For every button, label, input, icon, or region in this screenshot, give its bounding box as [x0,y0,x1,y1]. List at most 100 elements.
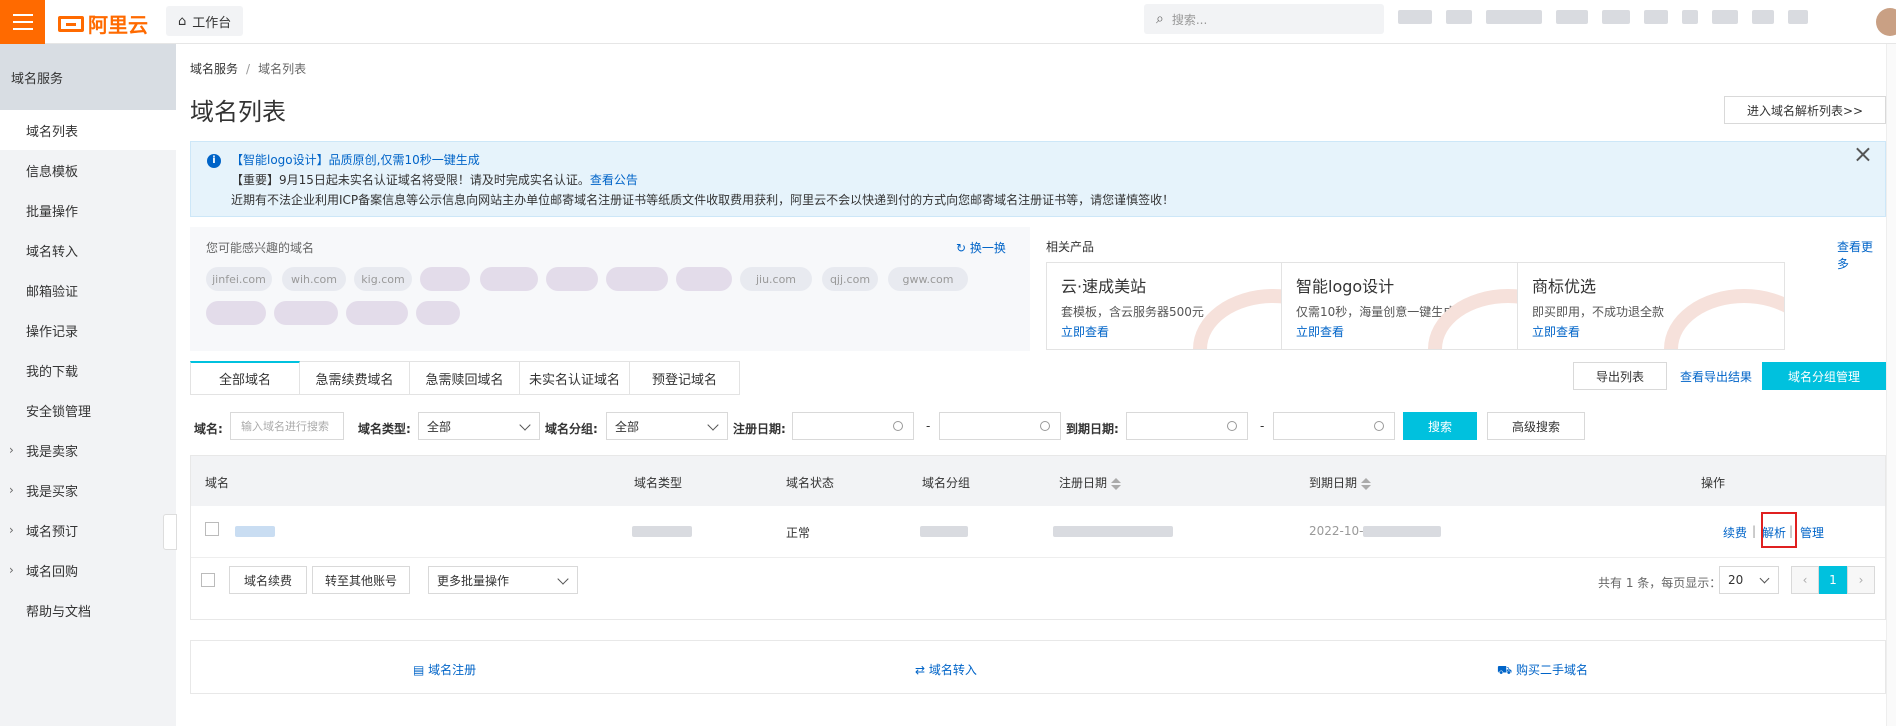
domain-type-select[interactable]: 全部 [418,412,540,440]
tab[interactable]: 预登记域名 [630,361,740,395]
domain-chip[interactable]: jiu.com [740,267,812,291]
domain-chip[interactable] [546,267,598,291]
domain-chip[interactable] [416,301,460,325]
sidebar-item[interactable]: 安全锁管理 [0,390,176,430]
redacted-nav-item[interactable] [1788,10,1808,24]
sidebar-item[interactable]: › 我是卖家 [0,430,176,470]
domain-group-manage-button[interactable]: 域名分组管理 [1762,362,1886,390]
domain-chip[interactable] [274,301,338,325]
domain-chip[interactable] [206,301,266,325]
reg-date-label: 注册日期: [733,422,786,436]
exp-date-end-input[interactable] [1273,412,1395,440]
menu-icon[interactable] [0,0,45,44]
view-export-results-link[interactable]: 查看导出结果 [1680,368,1752,385]
redacted-nav-item[interactable] [1644,10,1668,24]
user-avatar[interactable] [1876,8,1896,36]
domain-chip[interactable]: qjj.com [822,267,878,291]
tab[interactable]: 全部域名 [190,361,300,395]
more-batch-ops-select[interactable]: 更多批量操作 [428,566,578,594]
redacted-nav-item[interactable] [1682,10,1698,24]
view-more-link[interactable]: 查看更多 [1837,238,1884,272]
transfer-account-button[interactable]: 转至其他账号 [312,566,410,594]
reg-date-start-input[interactable] [792,412,914,440]
domain-chip[interactable]: kig.com [354,267,412,291]
domain-transfer-link[interactable]: ⇄ 域名转入 [915,661,977,678]
sidebar-item[interactable]: 批量操作 [0,190,176,230]
export-list-button[interactable]: 导出列表 [1573,362,1667,390]
sidebar-item[interactable]: 邮箱验证 [0,270,176,310]
domain-chip[interactable] [480,267,538,291]
refresh-suggestions-button[interactable]: ↻ 换一换 [956,239,1006,256]
sidebar-collapse-handle[interactable] [163,514,177,550]
next-page-button[interactable]: › [1847,566,1875,594]
pagination-summary: 共有 1 条，每页显示： [1598,576,1722,590]
domain-group-select[interactable]: 全部 [606,412,728,440]
domain-type-value: 全部 [427,419,452,434]
redacted-nav-item[interactable] [1556,10,1588,24]
sidebar-item[interactable]: 操作记录 [0,310,176,350]
domain-name-link[interactable] [235,526,275,537]
col-domain-type: 域名类型 [634,476,683,490]
sidebar-item[interactable]: 帮助与文档 [0,590,176,630]
redacted-nav-item[interactable] [1486,10,1542,24]
row-checkbox[interactable] [205,522,219,536]
chevron-right-icon: › [9,523,14,537]
sidebar-item[interactable]: › 域名预订 [0,510,176,550]
reg-date-end-input[interactable] [939,412,1061,440]
product-card[interactable]: 云·速成美站 套模板，含云服务器500元 立即查看 [1046,262,1314,350]
batch-renew-button[interactable]: 域名续费 [229,566,307,594]
page-number-button[interactable]: 1 [1819,566,1847,594]
exp-date-label: 到期日期: [1066,422,1119,436]
breadcrumb-root[interactable]: 域名服务 [190,62,238,76]
calendar-icon [1227,421,1237,431]
domain-chip[interactable]: gww.com [888,267,968,291]
close-icon[interactable]: × [1853,142,1873,166]
sidebar-item[interactable]: 信息模板 [0,150,176,190]
sidebar-item[interactable]: 域名转入 [0,230,176,270]
advanced-search-button[interactable]: 高级搜索 [1487,412,1585,440]
search-button[interactable]: 搜索 [1403,412,1477,440]
redacted-nav-item[interactable] [1752,10,1774,24]
domain-chip[interactable] [676,267,732,291]
transfer-icon: ⇄ [915,663,926,677]
manage-link[interactable]: 管理 [1800,524,1824,541]
domain-chip[interactable] [420,267,470,291]
bottom-links: ▤ 域名注册 ⇄ 域名转入 ⛟ 购买二手域名 [190,640,1886,694]
page-scrollbar[interactable] [1886,44,1896,726]
prev-page-button[interactable]: ‹ [1791,566,1819,594]
domain-chip[interactable]: wih.com [282,267,346,291]
page-size-select[interactable]: 20 [1719,566,1779,594]
product-card[interactable]: 商标优选 即买即用，不成功退全款 立即查看 [1517,262,1785,350]
domain-register-link[interactable]: ▤ 域名注册 [413,661,476,678]
workbench-button[interactable]: ⌂ 工作台 [166,6,244,36]
redacted-nav-item[interactable] [1446,10,1472,24]
renew-link[interactable]: 续费 [1723,524,1747,541]
domain-search-input[interactable]: 输入域名进行搜索 [230,412,344,440]
exp-date-start-input[interactable] [1126,412,1248,440]
notice-banner: i 【智能logo设计】品质原创,仅需10秒一键生成 【重要】9月15日起未实名… [190,141,1886,217]
tab[interactable]: 急需续费域名 [300,361,410,395]
global-search-input[interactable]: ⌕ 搜索... [1144,4,1384,34]
sidebar-item[interactable]: 域名列表 [0,110,176,150]
sidebar-item[interactable]: 我的下载 [0,350,176,390]
tab[interactable]: 急需赎回域名 [410,361,520,395]
domain-search-placeholder: 输入域名进行搜索 [241,420,329,433]
redacted-nav-item[interactable] [1602,10,1630,24]
redacted-nav-item[interactable] [1712,10,1738,24]
select-all-checkbox[interactable] [201,573,215,587]
sidebar-item[interactable]: › 域名回购 [0,550,176,590]
domain-chip[interactable] [346,301,408,325]
enter-dns-list-button[interactable]: 进入域名解析列表>> [1724,96,1886,124]
view-announcement-link[interactable]: 查看公告 [590,173,638,187]
brand-logo[interactable]: 阿里云 [58,9,148,38]
redacted-nav-item[interactable] [1398,10,1432,24]
buy-second-hand-link[interactable]: ⛟ 购买二手域名 [1497,661,1588,679]
col-reg-date[interactable]: 注册日期 [1059,474,1122,491]
notice-logo-promo-link[interactable]: 【智能logo设计】品质原创,仅需10秒一键生成 [231,150,1885,170]
domain-chip[interactable] [606,267,668,291]
sidebar-item[interactable]: › 我是买家 [0,470,176,510]
product-card[interactable]: 智能logo设计 仅需10秒，海量创意一键生成 立即查看 [1281,262,1549,350]
col-exp-date[interactable]: 到期日期 [1309,474,1372,491]
domain-chip[interactable]: jinfei.com [206,267,272,291]
tab[interactable]: 未实名认证域名 [520,361,630,395]
